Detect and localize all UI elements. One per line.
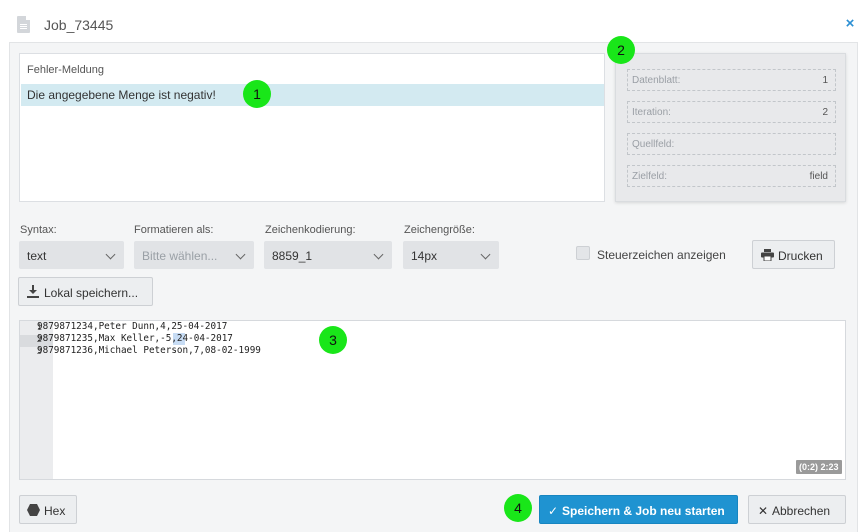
error-message-panel: Fehler-Meldung Die angegebene Menge ist … <box>19 53 605 202</box>
printer-icon <box>761 249 774 261</box>
info-field-iteration: Iteration: 2 <box>627 101 836 123</box>
cancel-label: Abbrechen <box>772 504 831 518</box>
format-placeholder: Bitte wählen... <box>142 249 218 263</box>
code-editor[interactable]: 1 2 3 <box>19 320 846 480</box>
info-field-zielfeld: Zielfeld: field <box>627 165 836 187</box>
font-size-select[interactable]: 14px <box>403 241 499 269</box>
info-field-value: field <box>809 171 828 182</box>
chevron-down-icon <box>105 249 116 260</box>
syntax-select[interactable]: text <box>19 241 124 269</box>
error-panel-header: Fehler-Meldung <box>27 64 105 76</box>
save-local-button[interactable]: Lokal speichern... <box>18 277 153 306</box>
chevron-down-icon <box>235 249 246 260</box>
save-local-label: Lokal speichern... <box>44 286 139 300</box>
hex-label: Hex <box>44 504 66 518</box>
job-info-panel: Datenblatt: 1 Iteration: 2 Quellfeld: Zi… <box>615 53 846 202</box>
font-size-value: 14px <box>411 249 438 263</box>
print-label: Drucken <box>778 249 823 263</box>
format-select[interactable]: Bitte wählen... <box>134 241 254 269</box>
font-size-label: Zeichengröße: <box>404 224 475 236</box>
annotation-marker-4: 4 <box>504 494 532 522</box>
info-field-label: Quellfeld: <box>632 139 675 150</box>
code-line[interactable]: 9879871236,Michael Peterson,7,08-02-1999 <box>37 345 261 356</box>
info-field-label: Datenblatt: <box>632 75 681 86</box>
error-message-row[interactable]: Die angegebene Menge ist negativ! <box>21 84 604 106</box>
info-field-value: 1 <box>822 75 828 86</box>
hex-button[interactable]: Hex <box>19 495 77 524</box>
info-field-quellfeld: Quellfeld: <box>627 133 836 155</box>
info-field-label: Iteration: <box>632 107 671 118</box>
encoding-label: Zeichenkodierung: <box>265 224 356 236</box>
cursor-position-badge: (0:2) 2:23 <box>796 460 842 474</box>
info-field-label: Zielfeld: <box>632 171 668 182</box>
document-icon <box>17 16 30 33</box>
encoding-value: 8859_1 <box>272 249 313 263</box>
code-line-active[interactable]: 9879871235,Max Keller,-5,24-04-2017 <box>37 333 233 344</box>
download-icon <box>27 285 39 298</box>
window-titlebar: Job_73445 × <box>0 0 866 44</box>
info-field-value: 2 <box>822 107 828 118</box>
close-icon[interactable]: × <box>843 16 857 31</box>
print-button[interactable]: Drucken <box>752 240 835 269</box>
format-label: Formatieren als: <box>134 224 214 236</box>
error-message-text: Die angegebene Menge ist negativ! <box>27 88 216 102</box>
control-chars-label[interactable]: Steuerzeichen anzeigen <box>597 248 726 262</box>
chevron-down-icon <box>480 249 491 260</box>
window-title: Job_73445 <box>44 17 114 33</box>
save-restart-label: Speichern & Job neu starten <box>562 504 725 518</box>
annotation-marker-2: 2 <box>607 36 635 64</box>
syntax-label: Syntax: <box>20 224 57 236</box>
save-restart-button[interactable]: ✓ Speichern & Job neu starten <box>539 495 738 524</box>
hexagon-icon <box>27 504 40 516</box>
syntax-value: text <box>27 249 47 263</box>
annotation-marker-1: 1 <box>243 80 271 108</box>
check-icon: ✓ <box>548 504 559 518</box>
control-chars-checkbox[interactable] <box>576 246 590 260</box>
code-line[interactable]: 9879871234,Peter Dunn,4,25-04-2017 <box>37 321 227 332</box>
encoding-select[interactable]: 8859_1 <box>264 241 392 269</box>
close-icon: ✕ <box>758 504 769 518</box>
chevron-down-icon <box>373 249 384 260</box>
info-field-datenblatt: Datenblatt: 1 <box>627 69 836 91</box>
annotation-marker-3: 3 <box>319 326 347 354</box>
cancel-button[interactable]: ✕ Abbrechen <box>748 495 846 524</box>
